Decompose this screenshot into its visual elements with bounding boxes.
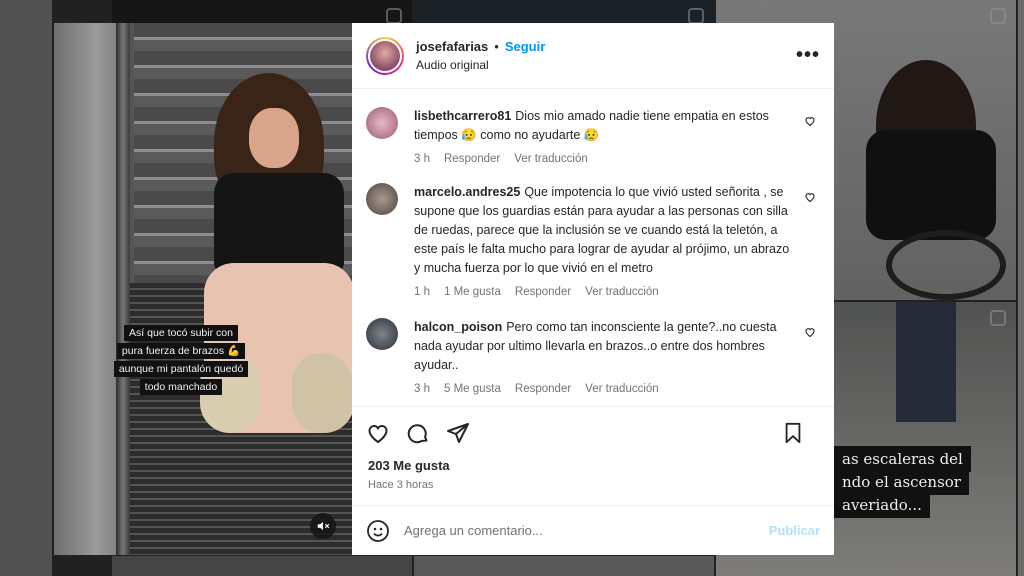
like-button[interactable] [366, 421, 390, 445]
heart-icon[interactable] [804, 191, 816, 203]
action-bar [352, 406, 834, 458]
post-timestamp[interactable]: Hace 3 horas [352, 473, 834, 491]
comment-likes[interactable]: 1 Me gusta [444, 286, 501, 298]
likes-count[interactable]: 203 Me gusta [352, 458, 834, 473]
post-header: josefafarias • Seguir Audio original ••• [352, 23, 834, 89]
comment-avatar[interactable] [366, 318, 398, 350]
comment-composer: Agrega un comentario... Publicar [352, 505, 834, 555]
video-caption-line: todo manchado [139, 379, 223, 395]
comment-avatar[interactable] [366, 183, 398, 215]
bookmark-icon [785, 422, 801, 443]
translate-button[interactable]: Ver traducción [514, 153, 588, 165]
post-video[interactable]: Así que tocó subir con pura fuerza de br… [54, 23, 352, 555]
more-options-icon[interactable]: ••• [796, 44, 820, 67]
comment-time[interactable]: 3 h [414, 383, 430, 395]
comment-username[interactable]: marcelo.andres25 [414, 185, 520, 199]
separator-dot: • [494, 39, 499, 54]
post-modal: Así que tocó subir con pura fuerza de br… [54, 23, 834, 555]
speaker-muted-icon [317, 521, 330, 531]
reply-button[interactable]: Responder [444, 153, 500, 165]
mute-button[interactable] [310, 513, 336, 539]
comment-likes[interactable]: 5 Me gusta [444, 383, 501, 395]
comment-username[interactable]: halcon_poison [414, 320, 502, 334]
comment-item: lisbethcarrero81 Dios mio amado nadie tie… [366, 107, 820, 165]
author-username[interactable]: josefafarias [416, 39, 488, 54]
comments-list[interactable]: lisbethcarrero81 Dios mio amado nadie tie… [352, 89, 834, 406]
heart-icon[interactable] [804, 115, 816, 127]
comment-time[interactable]: 3 h [414, 153, 430, 165]
translate-button[interactable]: Ver traducción [585, 286, 659, 298]
publish-button[interactable]: Publicar [769, 523, 820, 538]
video-caption-line: pura fuerza de brazos 💪 [116, 343, 246, 359]
comment-time[interactable]: 1 h [414, 286, 430, 298]
comment-item: marcelo.andres25 Que impotencia lo que vi… [366, 183, 820, 298]
bg-caption-line: averiado... [834, 492, 930, 518]
comment-item: halcon_poison Pero como tan inconsciente … [366, 318, 820, 395]
heart-icon[interactable] [804, 326, 816, 338]
reply-button[interactable]: Responder [515, 383, 571, 395]
video-caption-line: aunque mi pantalón quedó [113, 361, 249, 377]
comment-bubble-icon [407, 423, 428, 443]
reply-button[interactable]: Responder [515, 286, 571, 298]
comment-input[interactable]: Agrega un comentario... [404, 523, 769, 538]
comment-button[interactable] [406, 421, 430, 445]
paper-plane-icon [447, 422, 469, 443]
heart-icon [368, 424, 388, 443]
follow-button[interactable]: Seguir [505, 39, 545, 54]
audio-label[interactable]: Audio original [416, 58, 545, 72]
video-caption: Así que tocó subir con pura fuerza de br… [111, 323, 251, 395]
post-details: josefafarias • Seguir Audio original •••… [352, 23, 834, 555]
video-caption-line: Así que tocó subir con [124, 325, 238, 341]
translate-button[interactable]: Ver traducción [585, 383, 659, 395]
share-button[interactable] [446, 421, 470, 445]
save-button[interactable] [782, 422, 804, 444]
comment-avatar[interactable] [366, 107, 398, 139]
emoji-icon[interactable] [366, 519, 390, 543]
avatar[interactable] [366, 36, 404, 75]
comment-username[interactable]: lisbethcarrero81 [414, 109, 511, 123]
